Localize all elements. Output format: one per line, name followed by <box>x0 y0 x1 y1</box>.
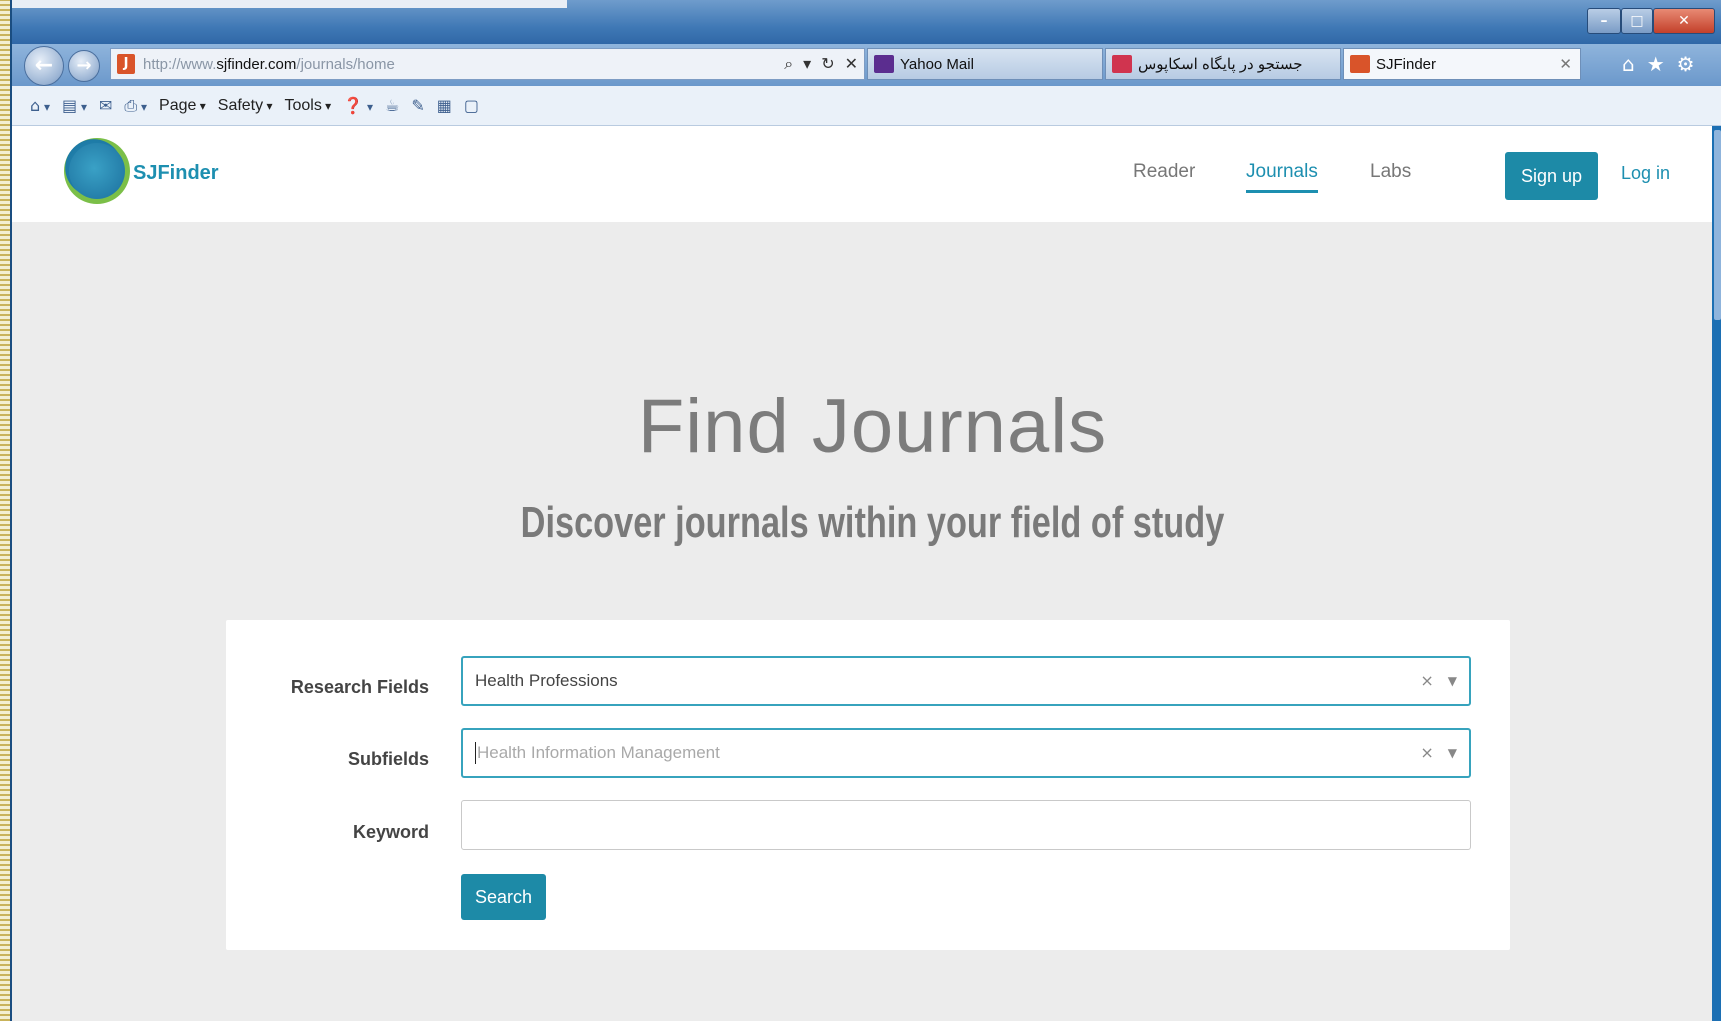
maximize-icon: □ <box>1630 13 1644 29</box>
forward-button[interactable]: → <box>68 50 100 82</box>
tab-label: SJFinder <box>1376 55 1437 73</box>
signup-button[interactable]: Sign up <box>1505 152 1598 200</box>
tab-scopus-search[interactable]: جستجو در پایگاه اسکاپوس <box>1105 48 1341 80</box>
address-bar[interactable]: J http://www.sjfinder.com/journals/home … <box>110 48 865 80</box>
browser-window: – □ ✕ ← → J http://www.sjfinder.com/jour… <box>10 0 1721 1021</box>
web-page: SJFinder Reader Journals Labs Sign up Lo… <box>12 126 1712 1021</box>
back-icon: ← <box>34 53 54 78</box>
home-page-icon[interactable]: ⌂ <box>30 96 50 115</box>
url-text: http://www.sjfinder.com/journals/home <box>143 55 395 73</box>
tab-sjfinder[interactable]: SJFinder ✕ <box>1343 48 1581 80</box>
scopus-icon <box>1112 55 1132 73</box>
search-button[interactable]: Search <box>461 874 546 920</box>
safety-menu[interactable]: Safety <box>218 97 273 115</box>
page-menu[interactable]: Page <box>159 97 206 115</box>
command-bar: ⌂ ▤ ✉ ⎙ Page Safety Tools ❓ ☕ ✎ ▦ ▢ <box>12 86 1721 126</box>
sjfinder-favicon <box>1350 55 1370 73</box>
subfields-placeholder: Health Information Management <box>477 743 720 762</box>
title-bar: – □ ✕ <box>12 0 1721 46</box>
window-icon[interactable]: ▢ <box>464 96 479 115</box>
research-fields-select[interactable]: Health Professions × ▼ <box>461 656 1471 706</box>
clear-icon[interactable]: × <box>1420 743 1433 763</box>
print-icon[interactable]: ⎙ <box>124 96 147 116</box>
favorites-icon[interactable]: ★ <box>1647 52 1665 76</box>
nav-labs[interactable]: Labs <box>1370 161 1411 183</box>
logo-text[interactable]: SJFinder <box>133 162 219 185</box>
page-subtitle: Discover journals within your field of s… <box>520 498 1225 547</box>
tools-menu[interactable]: Tools <box>284 97 331 115</box>
addon-icon[interactable]: ▦ <box>437 96 452 115</box>
forward-icon: → <box>76 55 92 76</box>
page-title: Find Journals <box>637 384 1108 469</box>
java-icon[interactable]: ☕ <box>385 96 399 115</box>
desktop-decoration <box>0 0 10 1021</box>
minimize-button[interactable]: – <box>1587 8 1621 34</box>
close-icon: ✕ <box>1678 13 1690 29</box>
scrollbar-thumb[interactable] <box>1714 130 1721 320</box>
site-favicon: J <box>117 54 135 74</box>
research-fields-label: Research Fields <box>290 677 429 697</box>
subfields-label: Subfields <box>347 749 429 769</box>
nav-journals[interactable]: Journals <box>1246 161 1318 193</box>
yahoo-mail-icon <box>874 55 894 73</box>
close-window-button[interactable]: ✕ <box>1653 8 1715 34</box>
dropdown-icon[interactable]: ▾ <box>803 54 811 74</box>
login-link[interactable]: Log in <box>1621 163 1670 184</box>
research-icon[interactable]: ✎ <box>411 96 424 115</box>
clear-icon[interactable]: × <box>1420 671 1433 691</box>
tab-yahoo-mail[interactable]: Yahoo Mail <box>867 48 1103 80</box>
maximize-button[interactable]: □ <box>1621 8 1653 34</box>
help-icon[interactable]: ❓ <box>343 96 373 115</box>
chevron-down-icon[interactable]: ▼ <box>1448 743 1457 763</box>
back-button[interactable]: ← <box>24 46 64 86</box>
home-icon[interactable]: ⌂ <box>1622 52 1635 76</box>
close-tab-icon[interactable]: ✕ <box>1559 55 1572 73</box>
tab-label: جستجو در پایگاه اسکاپوس <box>1138 56 1303 73</box>
sjfinder-logo-icon[interactable] <box>64 138 130 204</box>
keyword-label: Keyword <box>352 822 429 842</box>
minimize-icon: – <box>1600 13 1608 29</box>
research-fields-value: Health Professions <box>475 671 618 690</box>
search-form: Research Fields Health Professions × ▼ S… <box>226 620 1510 950</box>
navigation-row: ← → J http://www.sjfinder.com/journals/h… <box>12 44 1721 86</box>
search-icon[interactable]: ⌕ <box>784 54 793 74</box>
text-cursor <box>475 742 476 764</box>
subfields-select[interactable]: Health Information Management × ▼ <box>461 728 1471 778</box>
chevron-down-icon[interactable]: ▼ <box>1448 671 1457 691</box>
nav-reader[interactable]: Reader <box>1133 161 1195 183</box>
settings-icon[interactable]: ⚙ <box>1677 52 1695 76</box>
stop-icon[interactable]: ✕ <box>845 54 858 74</box>
tab-label: Yahoo Mail <box>900 55 974 73</box>
keyword-input[interactable] <box>461 800 1471 850</box>
feeds-icon[interactable]: ▤ <box>62 96 87 115</box>
refresh-icon[interactable]: ↻ <box>821 54 834 74</box>
site-header: SJFinder Reader Journals Labs Sign up Lo… <box>12 126 1712 222</box>
mail-icon[interactable]: ✉ <box>99 96 112 115</box>
